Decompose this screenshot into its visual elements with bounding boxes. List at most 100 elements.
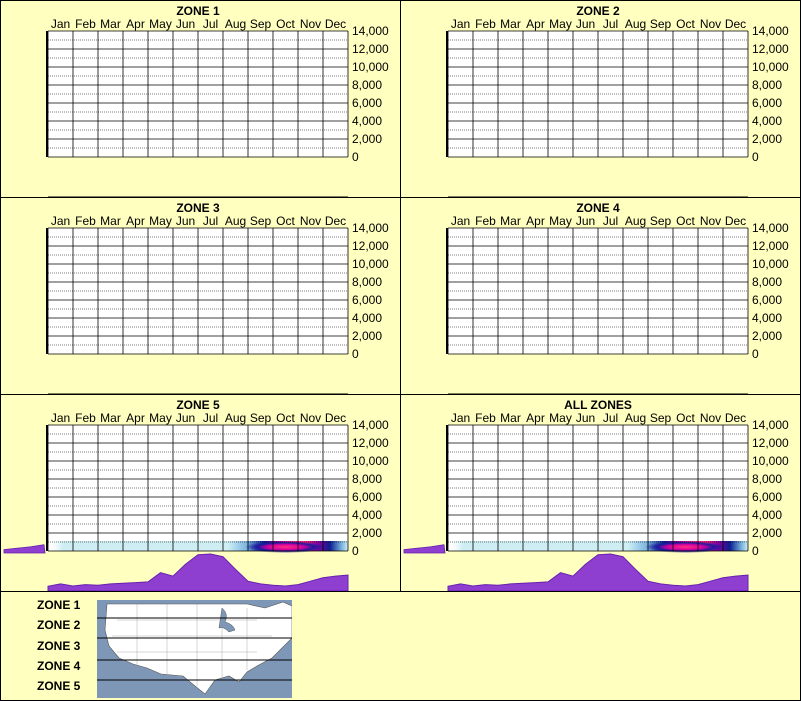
month-label: Jan bbox=[51, 214, 70, 228]
month-label: Mar bbox=[100, 17, 121, 31]
month-label: Aug bbox=[625, 17, 646, 31]
month-label: Aug bbox=[225, 214, 246, 228]
month-label: Dec bbox=[325, 17, 346, 31]
y-tick-label: 0 bbox=[352, 544, 359, 558]
monthly-profile-area bbox=[447, 553, 749, 592]
y-tick-label: 6,000 bbox=[352, 490, 382, 504]
month-label: Feb bbox=[475, 214, 496, 228]
month-label: Jul bbox=[203, 411, 218, 425]
y-tick-label: 6,000 bbox=[352, 96, 382, 110]
zone-charts-root: ZONE 1 Jan Feb Mar Apr May Jun Jul Aug Sep Oct Nov D… bbox=[0, 0, 801, 701]
y-tick-label: 14,000 bbox=[752, 418, 789, 432]
y-tick-label: 2,000 bbox=[352, 132, 382, 146]
month-label: Feb bbox=[475, 411, 496, 425]
month-label: Apr bbox=[126, 411, 145, 425]
chart-title: ZONE 1 bbox=[176, 4, 220, 18]
month-label: Feb bbox=[75, 214, 96, 228]
month-label: Jun bbox=[176, 411, 195, 425]
month-label: Feb bbox=[75, 17, 96, 31]
y-tick-label: 4,000 bbox=[352, 508, 382, 522]
y-tick-label: 14,000 bbox=[352, 24, 389, 38]
y-tick-label: 2,000 bbox=[352, 329, 382, 343]
month-label: Jan bbox=[451, 17, 470, 31]
y-tick-label: 8,000 bbox=[752, 472, 782, 486]
month-label: May bbox=[149, 214, 172, 228]
month-label: Nov bbox=[300, 17, 321, 31]
month-label: Jul bbox=[603, 411, 618, 425]
month-label: Mar bbox=[500, 17, 521, 31]
y-tick-label: 4,000 bbox=[752, 311, 782, 325]
y-tick-label: 4,000 bbox=[352, 311, 382, 325]
month-label: Apr bbox=[526, 214, 545, 228]
month-label: Apr bbox=[126, 17, 145, 31]
month-label: Nov bbox=[300, 214, 321, 228]
y-tick-label: 4,000 bbox=[752, 508, 782, 522]
y-tick-label: 8,000 bbox=[352, 275, 382, 289]
chart-svg: ZONE 3 Jan Feb Mar Apr May Jun Jul Aug Sep Oct Nov D… bbox=[46, 201, 389, 395]
zone-label-3: ZONE 3 bbox=[37, 639, 81, 653]
month-label: Apr bbox=[526, 411, 545, 425]
y-tick-label: 12,000 bbox=[352, 436, 389, 450]
month-label: Aug bbox=[625, 214, 646, 228]
y-tick-label: 6,000 bbox=[752, 96, 782, 110]
y-tick-label: 8,000 bbox=[752, 275, 782, 289]
side-profile-area bbox=[403, 544, 446, 554]
y-tick-label: 12,000 bbox=[752, 239, 789, 253]
y-tick-label: 10,000 bbox=[352, 60, 389, 74]
month-label: May bbox=[149, 17, 172, 31]
y-tick-label: 14,000 bbox=[752, 221, 789, 235]
chart-title: ZONE 3 bbox=[176, 201, 220, 215]
y-tick-label: 8,000 bbox=[752, 78, 782, 92]
month-label: Aug bbox=[225, 411, 246, 425]
month-label: Dec bbox=[725, 214, 746, 228]
month-label: Dec bbox=[725, 411, 746, 425]
chart-panel-3: ZONE 3 Jan Feb Mar Apr May Jun Jul Aug Sep Oct Nov D… bbox=[0, 197, 401, 395]
month-label: Oct bbox=[676, 214, 695, 228]
monthly-profile-area bbox=[47, 553, 349, 592]
month-label: Jan bbox=[51, 17, 70, 31]
month-label: Apr bbox=[126, 214, 145, 228]
month-label: Dec bbox=[325, 411, 346, 425]
chart-panel-2: ZONE 2 Jan Feb Mar Apr May Jun Jul Aug Sep Oct Nov D… bbox=[400, 0, 801, 198]
y-tick-label: 6,000 bbox=[752, 490, 782, 504]
month-label: Jul bbox=[603, 214, 618, 228]
y-tick-label: 12,000 bbox=[752, 42, 789, 56]
us-zone-map bbox=[97, 600, 292, 698]
month-label: Dec bbox=[325, 214, 346, 228]
y-tick-label: 10,000 bbox=[752, 257, 789, 271]
zone-label-1: ZONE 1 bbox=[37, 598, 81, 612]
y-tick-label: 10,000 bbox=[352, 257, 389, 271]
month-label: Jan bbox=[451, 214, 470, 228]
y-tick-label: 2,000 bbox=[752, 132, 782, 146]
chart-svg: ZONE 5 Jan Feb Mar Apr May Jun Jul Aug Sep Oct Nov D… bbox=[3, 398, 389, 592]
month-label: Oct bbox=[276, 17, 295, 31]
zone-label-5: ZONE 5 bbox=[37, 679, 81, 693]
chart-svg: ZONE 2 Jan Feb Mar Apr May Jun Jul Aug Sep Oct Nov D… bbox=[446, 4, 789, 198]
month-label: Oct bbox=[276, 411, 295, 425]
month-label: Jun bbox=[576, 214, 595, 228]
y-tick-label: 0 bbox=[752, 347, 759, 361]
month-label: Mar bbox=[100, 411, 121, 425]
month-label: Jan bbox=[51, 411, 70, 425]
month-label: Jul bbox=[203, 17, 218, 31]
month-label: Jul bbox=[203, 214, 218, 228]
month-label: Sep bbox=[650, 411, 672, 425]
month-label: Jun bbox=[176, 214, 195, 228]
y-tick-label: 8,000 bbox=[352, 472, 382, 486]
month-label: Dec bbox=[725, 17, 746, 31]
y-tick-label: 4,000 bbox=[352, 114, 382, 128]
month-label: May bbox=[549, 17, 572, 31]
y-tick-label: 2,000 bbox=[352, 526, 382, 540]
month-label: Nov bbox=[300, 411, 321, 425]
month-label: Oct bbox=[276, 214, 295, 228]
month-label: Sep bbox=[650, 17, 672, 31]
side-profile-area bbox=[3, 544, 46, 554]
y-tick-label: 10,000 bbox=[752, 454, 789, 468]
month-label: Jun bbox=[176, 17, 195, 31]
y-tick-label: 0 bbox=[352, 347, 359, 361]
month-label: May bbox=[149, 411, 172, 425]
chart-title: ZONE 4 bbox=[576, 201, 620, 215]
y-tick-label: 10,000 bbox=[352, 454, 389, 468]
y-tick-label: 12,000 bbox=[752, 436, 789, 450]
y-tick-label: 2,000 bbox=[752, 329, 782, 343]
